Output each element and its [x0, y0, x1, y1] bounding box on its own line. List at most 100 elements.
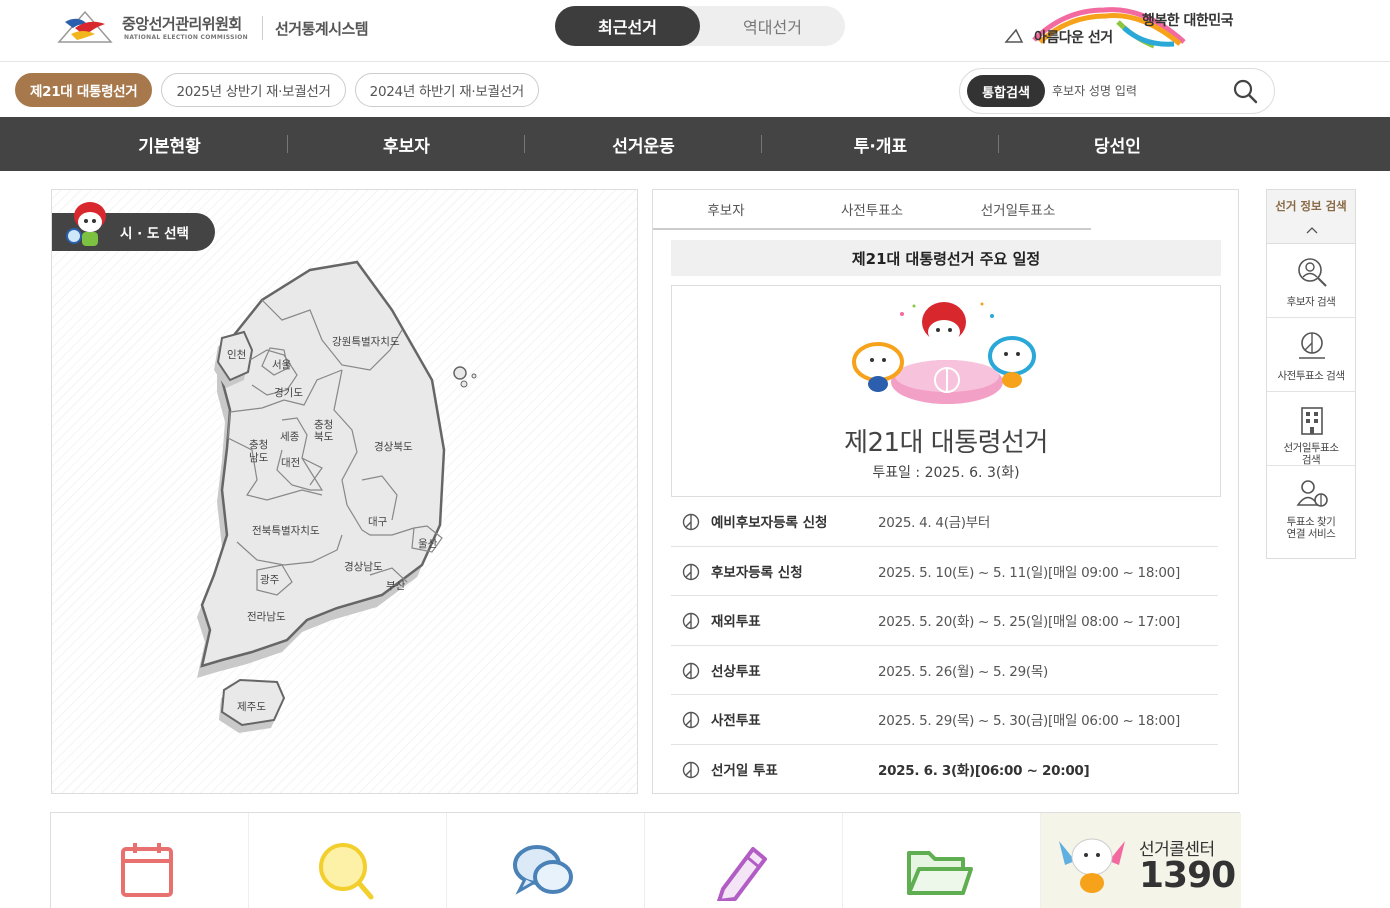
election-chip-2025-first-half[interactable]: 2025년 상반기 재·보궐선거	[161, 73, 346, 107]
nav-voting-counting[interactable]: 투·개표	[762, 117, 999, 171]
schedule-item-name: 선거일 투표	[711, 763, 778, 780]
label-gangwon[interactable]: 강원특별자치도	[332, 336, 400, 348]
slogan-line-2: 아름다운 선거	[1034, 30, 1113, 46]
label-jeonbuk[interactable]: 전북특별자치도	[252, 525, 320, 537]
call-center-link[interactable]: 선거콜센터 1390	[1041, 813, 1241, 908]
system-name[interactable]: 선거통계시스템	[275, 18, 369, 39]
label-chungbuk-1[interactable]: 충청	[314, 419, 333, 431]
search-button[interactable]	[1230, 77, 1260, 105]
tab-candidates[interactable]: 후보자	[653, 190, 799, 228]
label-jeonnam[interactable]: 전라남도	[247, 611, 286, 623]
tab-early-polling[interactable]: 사전투표소	[799, 190, 945, 228]
election-poster: 제21대 대통령선거 투표일 : 2025. 6. 3(화)	[671, 285, 1221, 497]
korea-map: 인천 서울 경기도 강원특별자치도 충청 남도 세종 대전 충청 북도 경상북도…	[197, 260, 477, 733]
integrated-search: 통합검색	[959, 68, 1275, 114]
election-period-toggle: 최근선거 역대선거	[555, 6, 845, 46]
ballot-stamp-icon	[682, 563, 700, 580]
schedule-list: 예비후보자등록 신청 2025. 4. 4(금)부터 후보자등록 신청 2025…	[671, 497, 1218, 794]
recent-elections-button[interactable]: 최근선거	[555, 6, 700, 46]
pencil-icon	[717, 847, 767, 901]
people-icon	[1296, 480, 1328, 507]
org-name[interactable]: 중앙선거관리위원회	[122, 13, 242, 34]
tab-election-day-polling[interactable]: 선거일투표소	[945, 190, 1091, 228]
label-chungnam-2[interactable]: 남도	[249, 452, 269, 464]
label-gyeongnam[interactable]: 경상남도	[344, 560, 383, 573]
quick-links-bar: 선거콜센터 1390	[50, 812, 1241, 908]
schedule-item-name: 재외투표	[711, 614, 761, 631]
schedule-row: 사전투표 2025. 5. 29(목) ~ 5. 30(금)[매일 06:00 …	[671, 695, 1218, 745]
schedule-item-name: 후보자등록 신청	[711, 564, 803, 581]
candidate-name-input[interactable]	[1052, 79, 1222, 103]
schedule-row: 선상투표 2025. 5. 26(월) ~ 5. 29(목)	[671, 646, 1218, 695]
schedule-item-date: 2025. 5. 20(화) ~ 5. 25(일)[매일 08:00 ~ 17:…	[878, 614, 1180, 631]
schedule-row: 후보자등록 신청 2025. 5. 10(토) ~ 5. 11(일)[매일 09…	[671, 547, 1218, 596]
polling-place-icon	[1299, 332, 1325, 359]
label-chungbuk-2[interactable]: 북도	[314, 431, 334, 443]
quick-link-archive[interactable]	[843, 813, 1041, 908]
quick-link-chat[interactable]	[447, 813, 645, 908]
poster-title: 제21대 대통령선거	[844, 428, 1048, 458]
label-gwangju[interactable]: 광주	[260, 574, 280, 586]
election-chip-2024-second-half[interactable]: 2024년 하반기 재·보궐선거	[354, 73, 539, 107]
poster-date: 투표일 : 2025. 6. 3(화)	[872, 465, 1020, 481]
label-seoul[interactable]: 서울	[272, 359, 292, 371]
nav-label: 후보자	[383, 136, 430, 157]
candidate-search-link[interactable]: 후보자 검색	[1267, 244, 1355, 318]
chat-icon	[513, 845, 573, 895]
schedule-item-date: 2025. 6. 3(화)[06:00 ~ 20:00]	[878, 763, 1090, 780]
label-daegu[interactable]: 대구	[368, 516, 388, 528]
label-jeju[interactable]: 제주도	[237, 701, 266, 713]
mascot-call-center-icon	[1059, 838, 1125, 893]
side-menu-header[interactable]: 선거 정보 검색	[1267, 190, 1355, 244]
ballot-stamp-icon	[682, 761, 700, 778]
ballot-stamp-icon	[682, 711, 700, 729]
label-gyeonggi[interactable]: 경기도	[274, 386, 303, 399]
nec-logo-icon[interactable]	[55, 6, 115, 48]
schedule-item-date: 2025. 4. 4(금)부터	[878, 515, 990, 532]
mascot-magnifier-icon	[66, 202, 106, 246]
search-icon	[1233, 79, 1258, 104]
election-chip-21st-presidential[interactable]: 제21대 대통령선거	[15, 73, 153, 107]
quick-link-calendar[interactable]	[51, 813, 249, 908]
label-incheon[interactable]: 인천	[227, 349, 246, 361]
ballot-stamp-icon	[682, 513, 700, 531]
side-menu-title: 선거 정보 검색	[1275, 199, 1347, 213]
nav-basic-status[interactable]: 기본현황	[51, 117, 288, 171]
quick-link-search[interactable]	[249, 813, 447, 908]
schedule-item-name: 예비후보자등록 신청	[711, 515, 828, 532]
person-search-icon	[1298, 258, 1327, 287]
side-item-label: 후보자 검색	[1286, 296, 1336, 308]
polling-place-finder-link[interactable]: 투표소 찾기 연결 서비스	[1267, 466, 1355, 550]
nav-campaign[interactable]: 선거운동	[525, 117, 762, 171]
election-info-search-menu: 선거 정보 검색 후보자 검색 사전투표소 검색 선거일투표소 검색 투표소 찾…	[1266, 189, 1356, 559]
nav-label: 기본현황	[138, 136, 201, 157]
nav-label: 선거운동	[612, 136, 675, 157]
ballot-stamp-icon	[682, 612, 700, 630]
schedule-item-name: 사전투표	[711, 713, 761, 730]
label-daejeon[interactable]: 대전	[281, 457, 300, 469]
early-polling-search-link[interactable]: 사전투표소 검색	[1267, 318, 1355, 392]
label-chungnam-1[interactable]: 충청	[249, 439, 268, 451]
label-ulsan[interactable]: 울산	[418, 538, 438, 550]
side-item-label: 사전투표소 검색	[1277, 370, 1345, 382]
election-day-polling-search-link[interactable]: 선거일투표소 검색	[1267, 392, 1355, 466]
label-busan[interactable]: 부산	[386, 580, 406, 592]
schedule-item-date: 2025. 5. 10(토) ~ 5. 11(일)[매일 09:00 ~ 18:…	[878, 564, 1180, 581]
call-center-number: 1390	[1139, 855, 1236, 896]
nav-label: 투·개표	[853, 136, 908, 157]
chevron-up-icon	[1306, 227, 1318, 234]
schedule-row: 재외투표 2025. 5. 20(화) ~ 5. 25(일)[매일 08:00 …	[671, 596, 1218, 646]
label-sejong[interactable]: 세종	[280, 431, 300, 443]
schedule-item-date: 2025. 5. 26(월) ~ 5. 29(목)	[878, 663, 1048, 680]
ballot-stamp-icon	[682, 662, 700, 679]
main-navigation: 기본현황 후보자 선거운동 투·개표 당선인	[0, 117, 1390, 171]
quick-link-write[interactable]	[645, 813, 843, 908]
schedule-row: 예비후보자등록 신청 2025. 4. 4(금)부터	[671, 497, 1218, 547]
schedule-title: 제21대 대통령선거 주요 일정	[671, 240, 1221, 276]
past-elections-button[interactable]: 역대선거	[700, 6, 845, 46]
label-gyeongbuk[interactable]: 경상북도	[374, 440, 413, 453]
nav-candidates[interactable]: 후보자	[288, 117, 525, 171]
mascots-ballot-box-icon	[852, 302, 1036, 404]
logo-divider	[262, 16, 263, 40]
nav-winners[interactable]: 당선인	[999, 117, 1236, 171]
